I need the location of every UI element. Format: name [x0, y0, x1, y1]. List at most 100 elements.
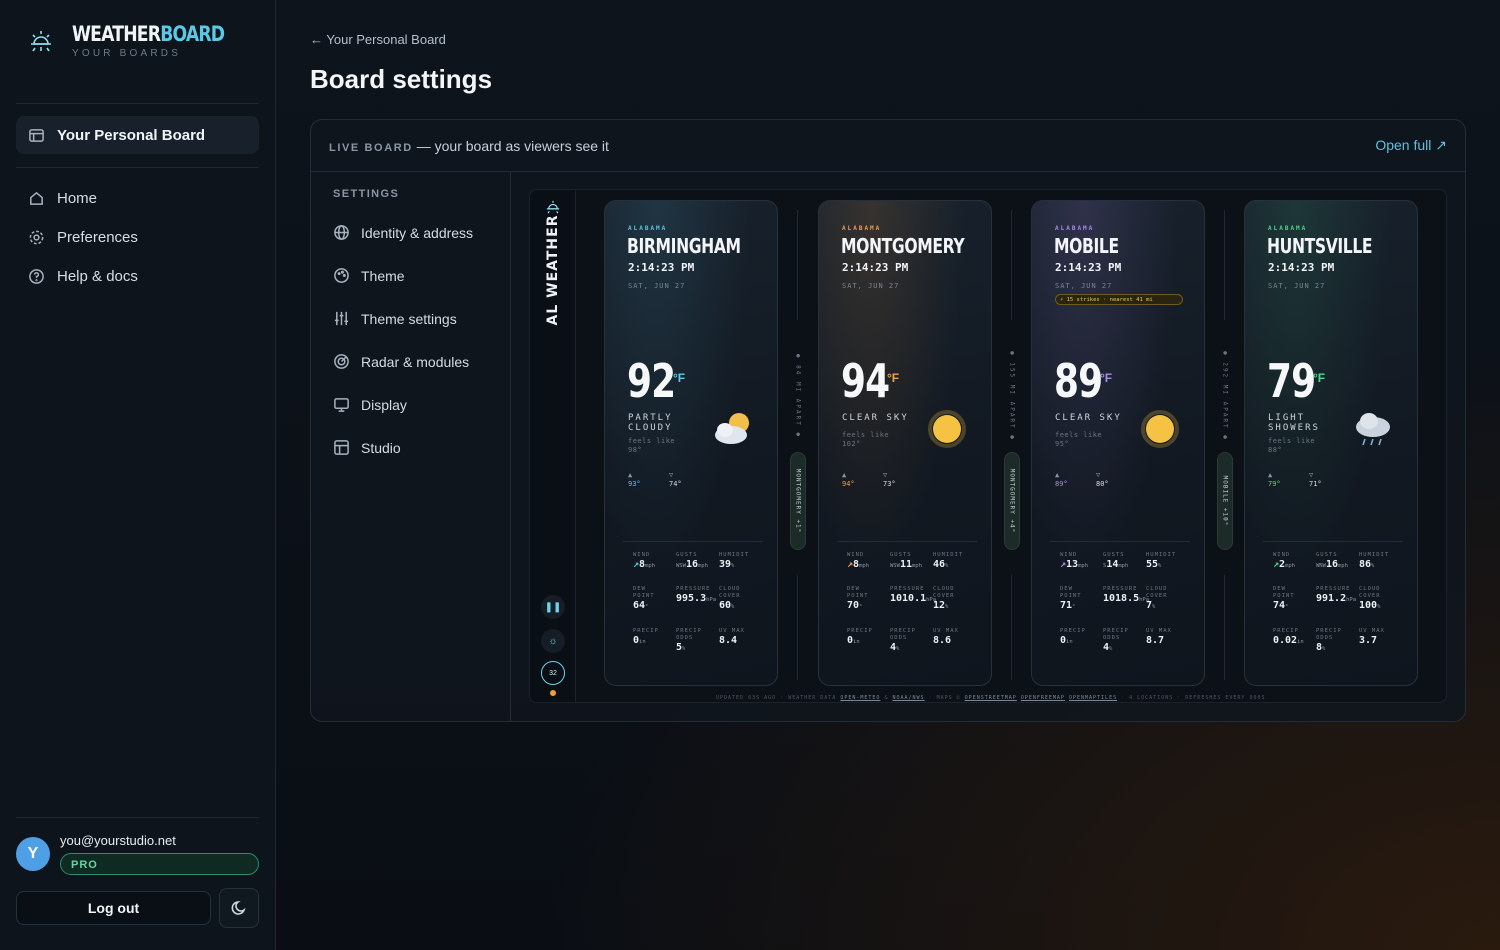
condition: PARTLY CLOUDY	[628, 413, 673, 433]
gusts-stat: GUSTS WSW11mph	[890, 552, 922, 570]
temperature: 92	[627, 354, 676, 408]
precip-stat: PRECIP 0in	[847, 628, 873, 646]
sidebar-item-personal-board[interactable]: Your Personal Board	[16, 116, 259, 154]
sun-icon: ☼	[548, 635, 558, 647]
settings-item-label: Theme settings	[361, 310, 457, 327]
sidebar-item-label: Preferences	[57, 229, 138, 246]
settings-item-label: Studio	[361, 439, 401, 456]
city-card[interactable]: ALABAMA MONTGOMERY 2:14:23 PM SAT, JUN 2…	[818, 200, 992, 686]
breadcrumb[interactable]: ← Your Personal Board	[310, 32, 446, 47]
temperature: 89	[1054, 354, 1103, 408]
humidity-stat: HUMIDIT 46%	[933, 552, 964, 570]
globe-icon	[334, 225, 349, 240]
live-board-label: LIVE BOARD — your board as viewers see i…	[329, 137, 609, 154]
layout-icon	[334, 440, 349, 455]
plan-badge: PRO	[60, 853, 259, 875]
low-temp: ▽ 73°	[883, 471, 896, 488]
dew-point-stat: DEW POINT 71°	[1060, 586, 1082, 611]
settings-item-label: Radar & modules	[361, 353, 470, 370]
local-date: SAT, JUN 27	[1268, 282, 1326, 290]
divider	[16, 103, 259, 104]
settings-item-radar[interactable]: Radar & modules	[333, 353, 469, 370]
condition: CLEAR SKY	[1055, 413, 1122, 423]
board-footer: UPDATED 63S AGO · WEATHER DATA OPEN-METE…	[716, 695, 1266, 701]
help-icon	[29, 269, 44, 284]
open-full-link[interactable]: Open full ↗	[1375, 137, 1447, 154]
feels-like: feels like 98°	[628, 437, 676, 454]
settings-item-identity[interactable]: Identity & address	[333, 224, 473, 241]
local-date: SAT, JUN 27	[628, 282, 686, 290]
board-preview[interactable]: AL WEATHER ❚❚ ☼ 32 ALABAMA BIRMINGHAM 2:…	[529, 189, 1447, 703]
palette-icon	[334, 268, 349, 283]
settings-item-label: Identity & address	[361, 224, 474, 241]
local-date: SAT, JUN 27	[1055, 282, 1113, 290]
lightning-alert[interactable]: ⚡ 15 strikes · nearest 41 mi	[1055, 294, 1183, 305]
settings-item-display[interactable]: Display	[333, 396, 407, 413]
sidebar-item-label: Your Personal Board	[57, 126, 206, 144]
sidebar-item-label: Home	[57, 190, 98, 207]
card-separator: ● 292 MI APART ● MOBILE +10°	[1217, 210, 1233, 680]
humidity-stat: HUMIDIT 39%	[719, 552, 750, 570]
settings-item-studio[interactable]: Studio	[333, 439, 401, 456]
temperature: 94	[841, 354, 890, 408]
rain-cloud-icon	[1356, 413, 1390, 446]
radar-icon	[334, 354, 349, 369]
sidebar-item-help[interactable]: Help & docs	[28, 268, 138, 285]
status-dot	[550, 690, 556, 696]
city-card[interactable]: ALABAMA HUNTSVILLE 2:14:23 PM SAT, JUN 2…	[1244, 200, 1418, 686]
local-time: 2:14:23 PM	[1268, 261, 1335, 274]
avatar[interactable]: Y	[16, 837, 50, 871]
precip-stat: PRECIP 0in	[1060, 628, 1086, 646]
city-name: HUNTSVILLE	[1267, 234, 1373, 258]
sidebar-item-preferences[interactable]: Preferences	[28, 229, 138, 246]
state-label: ALABAMA	[842, 225, 882, 232]
settings-item-label: Theme	[361, 267, 405, 284]
humidity-stat: HUMIDIT 86%	[1359, 552, 1390, 570]
pause-icon: ❚❚	[544, 601, 562, 613]
humidity-stat: HUMIDIT 55%	[1146, 552, 1177, 570]
wind-stat: WIND ↗2mph	[1273, 552, 1295, 570]
temperature-unit: °F	[1100, 371, 1113, 385]
sidebar: WEATHERBOARD YOUR BOARDS Your Personal B…	[0, 0, 276, 950]
stats-grid: WIND ↗8mph GUSTS WSW11mph HUMIDIT 46% DEW P…	[837, 541, 977, 653]
settings-item-theme-settings[interactable]: Theme settings	[333, 310, 457, 327]
city-name: BIRMINGHAM	[627, 234, 741, 258]
sidebar-item-home[interactable]: Home	[28, 190, 97, 207]
local-date: SAT, JUN 27	[842, 282, 900, 290]
pause-button[interactable]: ❚❚	[541, 595, 565, 619]
wind-stat: WIND ↗13mph	[1060, 552, 1089, 570]
low-temp: ▽ 71°	[1309, 471, 1322, 488]
city-card[interactable]: ALABAMA MOBILE 2:14:23 PM SAT, JUN 27 ⚡ …	[1031, 200, 1205, 686]
user-email: you@yourstudio.net	[60, 833, 176, 848]
home-icon	[30, 191, 43, 205]
brand[interactable]: WEATHERBOARD YOUR BOARDS	[28, 22, 258, 59]
settings-heading: SETTINGS	[333, 188, 400, 200]
cloud-cover-stat: CLOUD COVER 60%	[719, 586, 741, 611]
gusts-stat: GUSTS WNW16mph	[1316, 552, 1348, 570]
city-name: MONTGOMERY	[841, 234, 965, 258]
cloud-cover-stat: CLOUD COVER 100%	[1359, 586, 1381, 611]
sun-icon	[928, 410, 966, 448]
distance-label: ● 155 MI APART ●	[1008, 351, 1016, 441]
temp-diff-pill: MONTGOMERY +4°	[1004, 452, 1020, 550]
pressure-stat: PRESSURE 995.3hPa	[676, 586, 717, 604]
temp-diff-pill: MONTGOMERY +1°	[790, 452, 806, 550]
monitor-icon	[334, 398, 349, 412]
uv-max-stat: UV MAX 8.6	[933, 628, 959, 646]
precip-stat: PRECIP 0.02in	[1273, 628, 1304, 646]
city-name: MOBILE	[1054, 234, 1119, 258]
wind-stat: WIND ↗8mph	[633, 552, 655, 570]
feels-like: feels like 95°	[1055, 431, 1103, 448]
brightness-button[interactable]: ☼	[541, 629, 565, 653]
feels-like: feels like 102°	[842, 431, 890, 448]
city-card[interactable]: ALABAMA BIRMINGHAM 2:14:23 PM SAT, JUN 2…	[604, 200, 778, 686]
local-time: 2:14:23 PM	[1055, 261, 1122, 274]
logout-button[interactable]: Log out	[16, 891, 211, 925]
uv-max-stat: UV MAX 8.4	[719, 628, 745, 646]
theme-toggle-button[interactable]	[219, 888, 259, 928]
settings-item-theme[interactable]: Theme	[333, 267, 405, 284]
card-separator: ● 84 MI APART ● MONTGOMERY +1°	[790, 210, 806, 680]
cloud-cover-stat: CLOUD COVER 12%	[933, 586, 955, 611]
dew-point-stat: DEW POINT 70°	[847, 586, 869, 611]
local-time: 2:14:23 PM	[842, 261, 909, 274]
